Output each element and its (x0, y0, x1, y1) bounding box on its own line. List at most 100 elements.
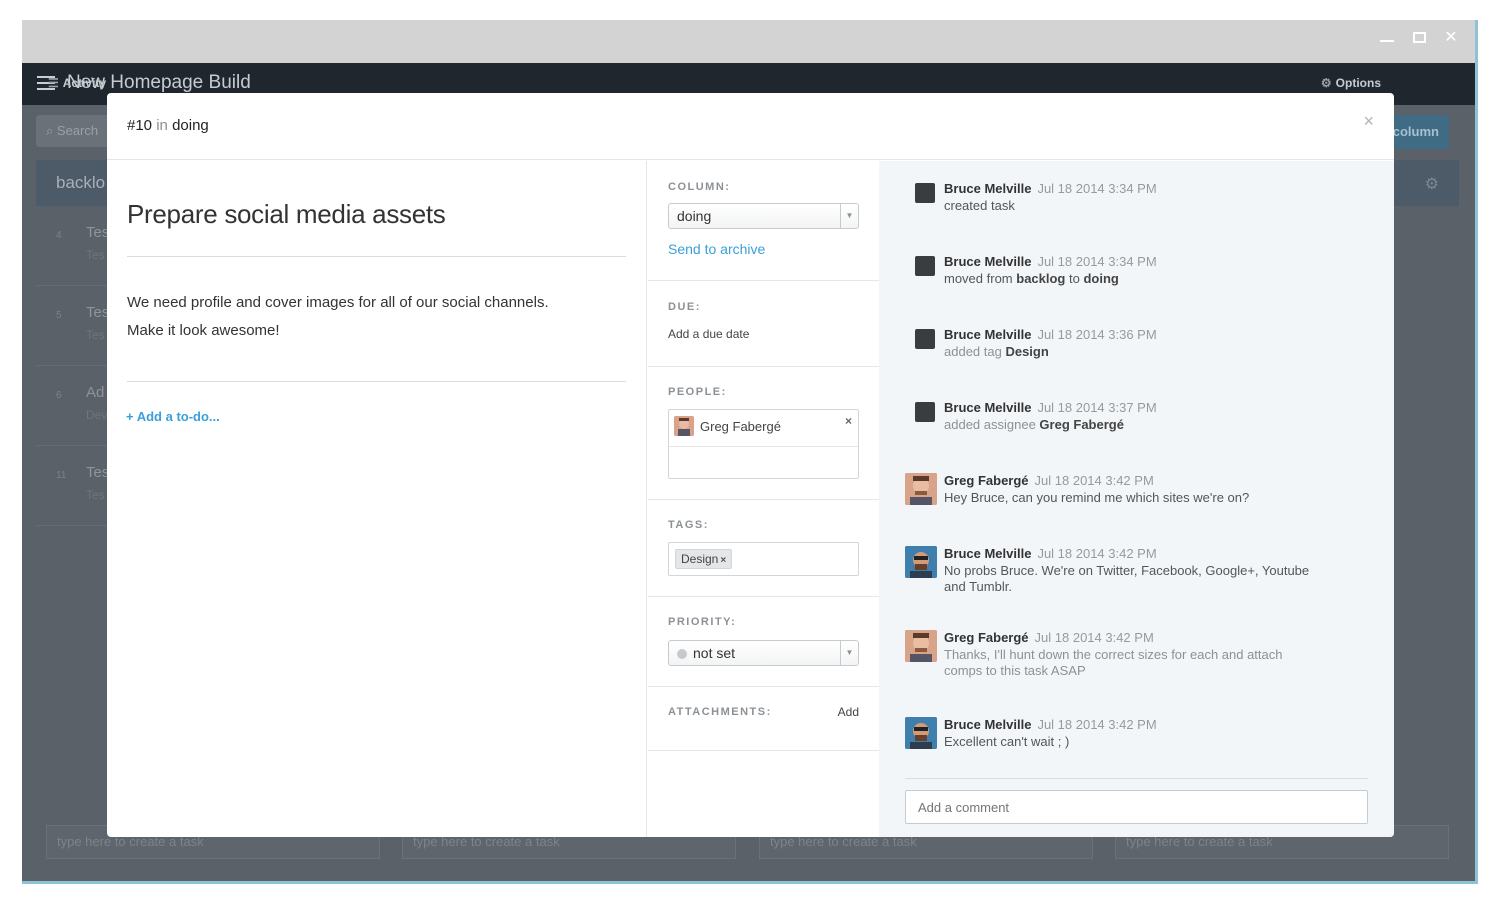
author-name: Bruce Melville (944, 254, 1032, 269)
activity-text: added tag Design (944, 344, 1324, 360)
task-subtitle: Tes (86, 328, 105, 342)
chevron-down-icon: ▼ (840, 204, 858, 228)
add-attachment-link[interactable]: Add (838, 705, 859, 719)
task-card[interactable]: 5 Tes Tes (36, 286, 116, 366)
task-card[interactable]: 6 Ad Dev (36, 366, 116, 446)
send-to-archive-link[interactable]: Send to archive (668, 241, 765, 257)
activity-author: Greg Fabergé Jul 18 2014 3:42 PM (944, 630, 1154, 645)
task-card[interactable]: 4 Tes Tes (36, 206, 116, 286)
attachments-section: ATTACHMENTS: Add (648, 687, 879, 751)
author-name: Bruce Melville (944, 717, 1032, 732)
maximize-icon[interactable] (1409, 28, 1429, 43)
search-input[interactable]: ⌕ Search (36, 115, 116, 147)
modal-close-icon[interactable]: × (1363, 111, 1374, 132)
column-settings-icon[interactable]: ⚙ (1425, 174, 1439, 194)
activity-text-part: moved from (944, 271, 1017, 286)
activity-text-part: to (1065, 271, 1084, 286)
comment-input[interactable] (905, 790, 1368, 824)
divider (127, 256, 626, 257)
author-name: Greg Fabergé (944, 473, 1029, 488)
activity-author: Greg Fabergé Jul 18 2014 3:42 PM (944, 473, 1154, 488)
activity-text-part: Design (1005, 344, 1049, 359)
task-number: 4 (56, 230, 62, 241)
column-section: COLUMN: doing ▼ Send to archive (648, 161, 879, 281)
remove-person-icon[interactable]: × (845, 414, 852, 428)
task-card[interactable]: 11 Tes Tes (36, 446, 116, 526)
description-line: Make it look awesome! (127, 322, 280, 339)
avatar (674, 416, 694, 436)
description-line: We need profile and cover images for all… (127, 294, 549, 311)
activity-label: Activity (62, 76, 107, 90)
tags-label: TAGS: (668, 519, 709, 531)
divider (905, 778, 1368, 779)
minimize-icon[interactable] (1377, 28, 1397, 42)
task-reference: #10 in doing (127, 117, 209, 134)
activity-time: Jul 18 2014 3:42 PM (1037, 546, 1157, 561)
list-icon: ☰ (48, 76, 59, 90)
task-modal: #10 in doing × Prepare social media asse… (107, 93, 1394, 837)
column-label: COLUMN: (668, 181, 731, 193)
avatar (905, 473, 937, 505)
search-icon: ⌕ (46, 123, 57, 138)
activity-time: Jul 18 2014 3:42 PM (1034, 630, 1154, 645)
task-title: Tes (86, 464, 110, 481)
activity-author: Bruce Melville Jul 18 2014 3:34 PM (944, 181, 1157, 196)
task-main-pane: Prepare social media assets We need prof… (107, 161, 647, 837)
people-section: PEOPLE: Greg Fabergé × (648, 367, 879, 500)
priority-section: PRIORITY: not set ▼ (648, 597, 879, 687)
priority-select-value: not set (693, 645, 736, 661)
task-title[interactable]: Prepare social media assets (127, 199, 446, 230)
author-name: Bruce Melville (944, 546, 1032, 561)
avatar (915, 256, 935, 276)
author-name: Bruce Melville (944, 327, 1032, 342)
column-name: backlo (56, 173, 106, 192)
avatar (905, 546, 937, 578)
activity-author: Bruce Melville Jul 18 2014 3:42 PM (944, 546, 1157, 561)
task-description[interactable]: We need profile and cover images for all… (127, 289, 607, 345)
activity-button[interactable]: ☰ Activity (48, 76, 488, 90)
search-placeholder: Search (56, 123, 99, 138)
activity-pane: Bruce Melville Jul 18 2014 3:34 PM create… (879, 161, 1394, 837)
activity-text: added assignee Greg Fabergé (944, 417, 1324, 433)
person-name: Greg Fabergé (700, 419, 781, 434)
activity-time: Jul 18 2014 3:34 PM (1037, 254, 1157, 269)
task-number: 11 (56, 470, 67, 481)
close-icon[interactable]: ✕ (1441, 28, 1461, 48)
attachments-label: ATTACHMENTS: (668, 706, 772, 718)
activity-text-part: created task (944, 198, 1015, 213)
tags-field[interactable]: Design × (668, 542, 859, 576)
people-field[interactable]: Greg Fabergé × (668, 409, 859, 479)
tag-label: Design (681, 552, 719, 566)
gear-icon: ⚙ (1320, 76, 1332, 90)
task-title: Tes (86, 224, 110, 241)
activity-author: Bruce Melville Jul 18 2014 3:34 PM (944, 254, 1157, 269)
add-due-date-link[interactable]: Add a due date (668, 327, 749, 341)
task-number: 5 (56, 310, 62, 321)
remove-tag-icon[interactable]: × (720, 555, 726, 566)
options-button[interactable]: ⚙ Options (1321, 76, 1381, 90)
activity-text-part: Greg Fabergé (1039, 417, 1124, 432)
avatar (915, 183, 935, 203)
task-title: Ad (86, 384, 105, 401)
author-name: Greg Fabergé (944, 630, 1029, 645)
tag-chip: Design × (675, 549, 733, 569)
priority-select[interactable]: not set ▼ (668, 640, 859, 666)
divider (669, 446, 858, 447)
priority-dot-icon (677, 649, 687, 659)
activity-time: Jul 18 2014 3:42 PM (1034, 473, 1154, 488)
avatar (915, 329, 935, 349)
window-titlebar: ✕ (22, 20, 1475, 63)
column-select-value: doing (677, 208, 712, 224)
task-number: 6 (56, 390, 62, 401)
avatar (905, 717, 937, 749)
due-section: DUE: Add a due date (648, 281, 879, 367)
activity-author: Bruce Melville Jul 18 2014 3:42 PM (944, 717, 1157, 732)
activity-text: No probs Bruce. We're on Twitter, Facebo… (944, 563, 1310, 594)
column-select[interactable]: doing ▼ (668, 203, 859, 229)
activity-text: created task (944, 198, 1324, 214)
tags-section: TAGS: Design × (648, 500, 879, 597)
task-title: Tes (86, 304, 110, 321)
activity-text: moved from backlog to doing (944, 271, 1324, 287)
in-label: in (156, 117, 168, 134)
add-todo-link[interactable]: + Add a to-do... (126, 409, 220, 424)
